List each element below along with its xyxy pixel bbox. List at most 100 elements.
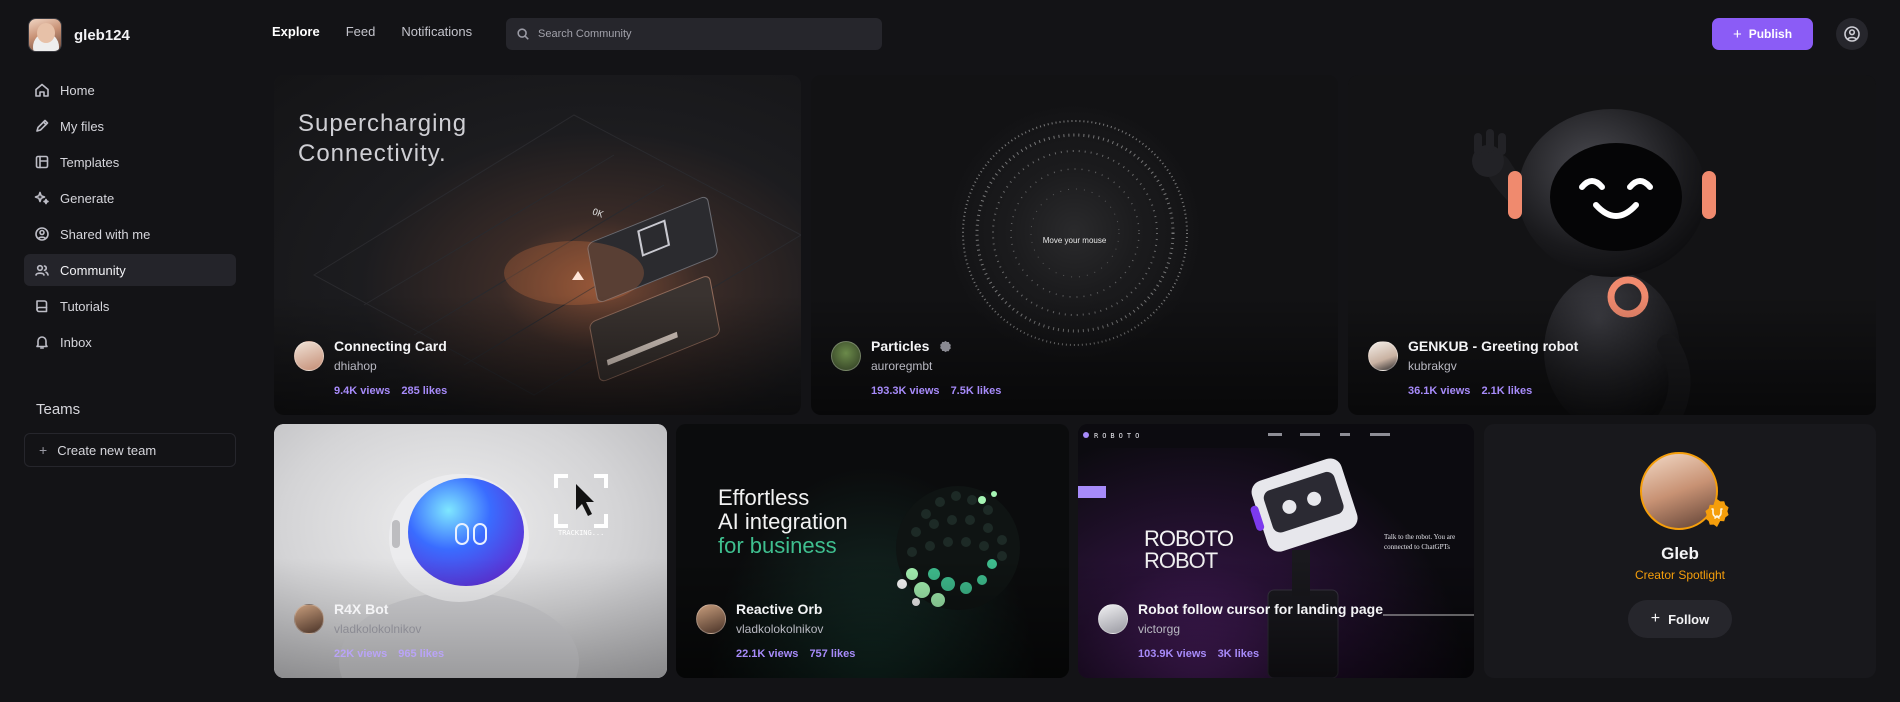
creator-spotlight-card: Gleb Creator Spotlight + Follow bbox=[1484, 424, 1876, 678]
avatar[interactable] bbox=[1368, 341, 1398, 371]
sidebar-item-label: Generate bbox=[60, 190, 115, 206]
account-button[interactable] bbox=[1836, 18, 1868, 50]
card-stats: 103.9K views 3K likes bbox=[1138, 648, 1383, 660]
search-bar[interactable] bbox=[506, 18, 882, 50]
card-title[interactable]: R4X Bot bbox=[334, 600, 444, 618]
avatar[interactable] bbox=[696, 604, 726, 634]
search-input[interactable] bbox=[538, 28, 868, 40]
sidebar-nav: Home My files Templates Generate Shared … bbox=[24, 74, 236, 362]
template-icon bbox=[35, 155, 49, 169]
avatar[interactable] bbox=[1098, 604, 1128, 634]
card-art-headline: Supercharging Connectivity. bbox=[298, 109, 467, 169]
tab-feed[interactable]: Feed bbox=[346, 24, 376, 39]
top-nav: Explore Feed Notifications bbox=[272, 24, 472, 39]
sidebar-item-my-files[interactable]: My files bbox=[24, 110, 236, 142]
card-title[interactable]: GENKUB - Greeting robot bbox=[1408, 337, 1578, 355]
book-icon bbox=[36, 300, 48, 313]
username: gleb124 bbox=[74, 26, 130, 44]
plus-icon: + bbox=[39, 442, 48, 458]
views-count: 103.9K views bbox=[1138, 648, 1207, 660]
sidebar-item-home[interactable]: Home bbox=[24, 74, 236, 106]
project-card[interactable]: GENKUB - Greeting robot kubrakgv 36.1K v… bbox=[1348, 75, 1876, 415]
sidebar-item-templates[interactable]: Templates bbox=[24, 146, 236, 178]
views-count: 36.1K views bbox=[1408, 385, 1471, 397]
card-art-line: Supercharging bbox=[298, 110, 468, 137]
publish-button[interactable]: + Publish bbox=[1712, 18, 1813, 50]
sidebar-item-shared[interactable]: Shared with me bbox=[24, 218, 236, 250]
avatar[interactable] bbox=[28, 18, 62, 52]
plus-icon: + bbox=[1650, 610, 1661, 627]
medal-icon bbox=[1705, 499, 1729, 527]
views-count: 9.4K views bbox=[334, 385, 391, 397]
card-title[interactable]: Connecting Card bbox=[334, 337, 447, 355]
verified-badge-icon bbox=[940, 340, 952, 353]
card-meta: Connecting Card dhiahop 9.4K views 285 l… bbox=[294, 337, 447, 397]
card-art-headline: Effortless AI integration for business bbox=[718, 486, 848, 558]
card-art-text: Move your mouse bbox=[1042, 236, 1107, 245]
sidebar-item-label: Tutorials bbox=[60, 298, 110, 314]
creator-name[interactable]: Gleb bbox=[1484, 544, 1876, 564]
users-icon bbox=[35, 264, 49, 276]
card-art-line: ROBOTO bbox=[1144, 526, 1234, 551]
sidebar: gleb124 Home My files Templates Generate… bbox=[0, 0, 256, 702]
avatar[interactable] bbox=[831, 341, 861, 371]
sidebar-item-label: Community bbox=[60, 262, 126, 278]
home-icon bbox=[35, 83, 49, 97]
card-stats: 22.1K views 757 likes bbox=[736, 648, 855, 660]
card-meta: Reactive Orb vladkolokolnikov 22.1K view… bbox=[696, 600, 855, 660]
create-team-button[interactable]: + Create new team bbox=[24, 433, 236, 467]
follow-button[interactable]: + Follow bbox=[1628, 600, 1732, 638]
create-team-label: Create new team bbox=[57, 442, 157, 458]
card-author[interactable]: victorgg bbox=[1138, 620, 1383, 638]
card-art-line: AI integration bbox=[718, 509, 848, 534]
pen-icon bbox=[36, 119, 49, 132]
profile[interactable]: gleb124 bbox=[28, 18, 130, 52]
likes-count: 3K likes bbox=[1217, 648, 1260, 660]
card-author[interactable]: vladkolokolnikov bbox=[334, 620, 444, 638]
views-count: 22.1K views bbox=[736, 648, 799, 660]
bell-icon bbox=[36, 336, 48, 349]
card-meta: Robot follow cursor for landing page vic… bbox=[1098, 600, 1383, 660]
card-art-line: for business bbox=[718, 533, 837, 558]
project-card[interactable]: ROBOTO ROBOTO ROBOT Talk to the robot. Y… bbox=[1078, 424, 1474, 678]
card-art-brand: ROBOTO bbox=[1094, 432, 1144, 440]
sidebar-item-label: Inbox bbox=[60, 334, 92, 350]
card-author[interactable]: dhiahop bbox=[334, 357, 447, 375]
card-title[interactable]: Particles bbox=[871, 337, 1001, 355]
likes-count: 965 likes bbox=[398, 648, 445, 660]
search-icon bbox=[517, 28, 529, 40]
sidebar-item-label: Home bbox=[60, 82, 95, 98]
avatar[interactable] bbox=[294, 604, 324, 634]
sidebar-item-label: Shared with me bbox=[60, 226, 151, 242]
views-count: 193.3K views bbox=[871, 385, 940, 397]
card-art-line: Connectivity. bbox=[298, 140, 447, 167]
card-title[interactable]: Reactive Orb bbox=[736, 600, 855, 618]
publish-label: Publish bbox=[1748, 27, 1793, 41]
sparkle-icon bbox=[34, 191, 49, 205]
likes-count: 7.5K likes bbox=[950, 385, 1002, 397]
likes-count: 285 likes bbox=[401, 385, 448, 397]
card-author[interactable]: vladkolokolnikov bbox=[736, 620, 855, 638]
tab-explore[interactable]: Explore bbox=[272, 24, 320, 39]
sidebar-item-tutorials[interactable]: Tutorials bbox=[24, 290, 236, 322]
sidebar-item-community[interactable]: Community bbox=[24, 254, 236, 286]
card-author[interactable]: kubrakgv bbox=[1408, 357, 1578, 375]
teams-heading: Teams bbox=[36, 401, 81, 418]
card-title[interactable]: Robot follow cursor for landing page bbox=[1138, 600, 1383, 618]
card-stats: 22K views 965 likes bbox=[334, 648, 444, 660]
likes-count: 2.1K likes bbox=[1481, 385, 1533, 397]
avatar[interactable] bbox=[294, 341, 324, 371]
tab-notifications[interactable]: Notifications bbox=[401, 24, 472, 39]
views-count: 22K views bbox=[334, 648, 388, 660]
user-circle-icon bbox=[35, 227, 49, 241]
project-card[interactable]: Effortless AI integration for business R… bbox=[676, 424, 1069, 678]
sidebar-item-generate[interactable]: Generate bbox=[24, 182, 236, 214]
project-card[interactable]: Move your mouse Particles auroregmbt 193… bbox=[811, 75, 1338, 415]
sidebar-item-label: My files bbox=[60, 118, 105, 134]
project-card[interactable]: Supercharging Connectivity. OK Connectin… bbox=[274, 75, 801, 415]
card-author[interactable]: auroregmbt bbox=[871, 357, 1001, 375]
project-card[interactable]: TRACKING... R4X Bot vladkolokolnikov 22K… bbox=[274, 424, 667, 678]
sidebar-item-inbox[interactable]: Inbox bbox=[24, 326, 236, 358]
card-art-text: TRACKING... bbox=[558, 529, 605, 537]
sidebar-item-label: Templates bbox=[60, 154, 120, 170]
